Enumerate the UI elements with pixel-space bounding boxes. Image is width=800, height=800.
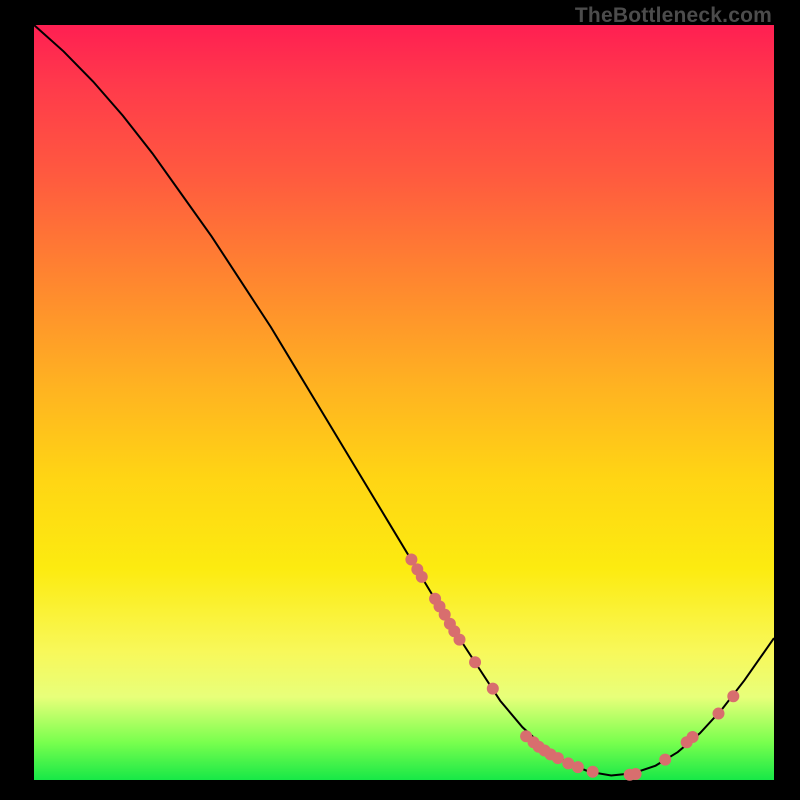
scatter-markers	[405, 554, 739, 781]
data-point	[416, 571, 428, 583]
data-point	[659, 754, 671, 766]
data-point	[727, 690, 739, 702]
data-point	[552, 752, 564, 764]
data-point	[454, 634, 466, 646]
data-point	[469, 656, 481, 668]
data-point	[487, 683, 499, 695]
curve-layer	[34, 25, 774, 780]
data-point	[687, 731, 699, 743]
data-point	[587, 766, 599, 778]
chart-frame: TheBottleneck.com	[0, 0, 800, 800]
bottleneck-curve	[34, 25, 774, 775]
plot-area	[34, 25, 774, 780]
data-point	[572, 761, 584, 773]
data-point	[713, 708, 725, 720]
data-point	[630, 768, 642, 780]
watermark-text: TheBottleneck.com	[575, 4, 772, 28]
